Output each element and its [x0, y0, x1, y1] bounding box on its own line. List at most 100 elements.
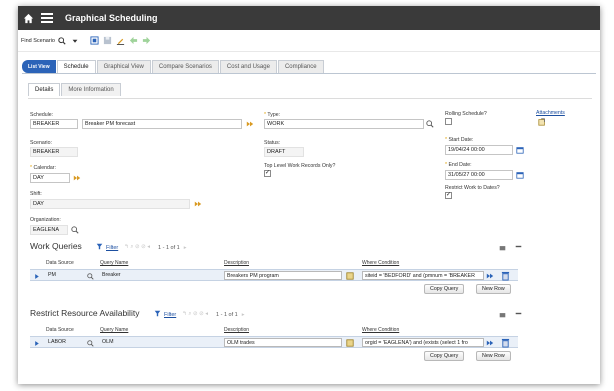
lookup-icon[interactable] — [71, 226, 79, 234]
chevron-down-icon[interactable] — [71, 36, 80, 45]
rolling-schedule-label: Rolling Schedule? — [445, 111, 487, 117]
save-icon[interactable] — [103, 36, 112, 45]
status-field: DRAFT — [264, 147, 304, 157]
work-queries-pagination: 1 - 1 of 1 — [158, 244, 180, 251]
expand-icon[interactable] — [33, 272, 41, 280]
table-row[interactable]: LABOR OLM OLM trades orgid = 'EAGLENA') … — [30, 336, 518, 348]
search-icon[interactable] — [86, 272, 94, 280]
start-date-field[interactable]: 19/04/24 00:00 — [445, 145, 513, 155]
copy-query-button[interactable]: Copy Query — [424, 284, 465, 294]
top-level-checkbox[interactable]: ✓ — [264, 170, 271, 177]
nav-icons: ↰ ⌕ ⊘ ⊘ ◂ — [124, 244, 151, 250]
title-bar: Graphical Scheduling — [18, 6, 600, 30]
end-date-field[interactable]: 31/05/27 00:00 — [445, 170, 513, 180]
calendar-label: Calendar: — [30, 165, 56, 171]
tab-list-view[interactable]: List View — [22, 60, 56, 73]
tab-compliance[interactable]: Compliance — [277, 60, 324, 73]
type-label: Type: — [264, 112, 280, 118]
calendar-icon[interactable] — [516, 146, 524, 154]
search-icon[interactable] — [58, 36, 67, 45]
detail-menu-icon[interactable] — [246, 120, 254, 128]
next-page-icon[interactable]: ▸ — [242, 312, 245, 318]
app-title: Graphical Scheduling — [65, 13, 158, 23]
query-name-cell[interactable]: OLM — [100, 338, 210, 347]
tab-graphical-view[interactable]: Graphical View — [96, 60, 151, 73]
home-icon[interactable] — [22, 12, 34, 24]
new-record-icon[interactable] — [90, 36, 99, 45]
header-where-condition[interactable]: Where Condition — [362, 260, 399, 266]
download-icon[interactable] — [498, 243, 506, 251]
type-field[interactable]: WORK — [264, 119, 424, 129]
details-content: Schedule: BREAKER Breaker PM forecast Ty… — [28, 98, 592, 376]
start-date-label: Start Date: — [445, 137, 473, 143]
sub-tabs: Details More Information — [28, 83, 122, 96]
header-where-condition[interactable]: Where Condition — [362, 327, 399, 333]
forward-arrow-icon[interactable] — [142, 36, 151, 45]
detail-menu-icon[interactable] — [486, 272, 494, 280]
subtab-more-information[interactable]: More Information — [61, 83, 121, 96]
organization-field: EAGLENA — [30, 225, 68, 235]
data-source-cell: PM — [48, 272, 56, 278]
table-row[interactable]: PM Breaker Breakers PM program siteid = … — [30, 269, 518, 281]
header-query-name[interactable]: Query Name — [100, 327, 128, 333]
calendar-field[interactable]: DAY — [30, 173, 70, 183]
table-header: Data Source Query Name Description Where… — [30, 326, 518, 335]
filter-icon[interactable] — [96, 243, 103, 252]
new-row-button[interactable]: New Row — [476, 351, 511, 361]
search-icon[interactable] — [86, 339, 94, 347]
header-description[interactable]: Description — [224, 327, 249, 333]
work-queries-table: Data Source Query Name Description Where… — [30, 259, 518, 299]
back-arrow-icon[interactable] — [129, 36, 138, 45]
subtab-details[interactable]: Details — [28, 83, 61, 96]
edit-icon[interactable] — [116, 36, 125, 45]
tab-compare-scenarios[interactable]: Compare Scenarios — [151, 60, 219, 73]
schedule-description-field[interactable]: Breaker PM forecast — [82, 119, 242, 129]
collapse-icon[interactable] — [514, 242, 522, 250]
collapse-icon[interactable] — [514, 309, 522, 317]
where-condition-cell[interactable]: orgid = 'EAGLENA') and (exists (select 1… — [362, 338, 484, 347]
resource-filter-link[interactable]: Filter — [164, 312, 176, 318]
tab-schedule[interactable]: Schedule — [56, 60, 96, 73]
work-queries-title: Work Queries — [30, 241, 82, 251]
restrict-work-checkbox[interactable]: ✓ — [445, 192, 452, 199]
description-cell[interactable]: OLM trades — [224, 338, 342, 347]
detail-menu-icon[interactable] — [73, 174, 81, 182]
lookup-icon[interactable] — [426, 120, 434, 128]
restrict-work-label: Restrict Work to Dates? — [445, 185, 500, 191]
header-description[interactable]: Description — [224, 260, 249, 266]
new-row-button[interactable]: New Row — [476, 284, 511, 294]
rolling-schedule-checkbox[interactable] — [445, 118, 452, 125]
resource-availability-title: Restrict Resource Availability — [30, 308, 140, 318]
main-tabs: List View Schedule Graphical View Compar… — [22, 59, 596, 74]
attachment-icon[interactable] — [538, 118, 546, 126]
download-icon[interactable] — [498, 310, 506, 318]
query-name-cell[interactable]: Breaker — [100, 271, 210, 280]
attachments-link[interactable]: Attachments — [536, 110, 565, 116]
trash-icon[interactable] — [500, 338, 510, 348]
shift-field: DAY — [30, 199, 190, 209]
expand-icon[interactable] — [33, 339, 41, 347]
filter-icon[interactable] — [154, 310, 161, 319]
find-scenario-label: Find Scenario — [21, 37, 55, 44]
resource-availability-toolbar: Filter ↰ ⌕ ⊘ ⊘ ◂ 1 - 1 of 1 ▸ — [154, 310, 249, 319]
where-condition-cell[interactable]: siteid = 'BEDFORD' and (pmnum = 'BREAKER — [362, 271, 484, 280]
nav-icons: ↰ ⌕ ⊘ ⊘ ◂ — [182, 311, 209, 317]
trash-icon[interactable] — [500, 271, 510, 281]
edit-condition-icon[interactable] — [346, 272, 354, 280]
detail-menu-icon[interactable] — [194, 200, 202, 208]
table-header: Data Source Query Name Description Where… — [30, 259, 518, 268]
schedule-field[interactable]: BREAKER — [30, 119, 78, 129]
next-page-icon[interactable]: ▸ — [184, 245, 187, 251]
detail-menu-icon[interactable] — [486, 339, 494, 347]
menu-icon[interactable] — [41, 13, 53, 23]
toolbar: Find Scenario — [18, 30, 600, 52]
edit-condition-icon[interactable] — [346, 339, 354, 347]
resource-availability-table: Data Source Query Name Description Where… — [30, 326, 518, 366]
description-cell[interactable]: Breakers PM program — [224, 271, 342, 280]
calendar-icon[interactable] — [516, 171, 524, 179]
tab-cost-and-usage[interactable]: Cost and Usage — [219, 60, 277, 73]
work-queries-filter-link[interactable]: Filter — [106, 245, 118, 251]
header-query-name[interactable]: Query Name — [100, 260, 128, 266]
copy-query-button[interactable]: Copy Query — [424, 351, 465, 361]
work-queries-toolbar: Filter ↰ ⌕ ⊘ ⊘ ◂ 1 - 1 of 1 ▸ — [96, 243, 191, 252]
